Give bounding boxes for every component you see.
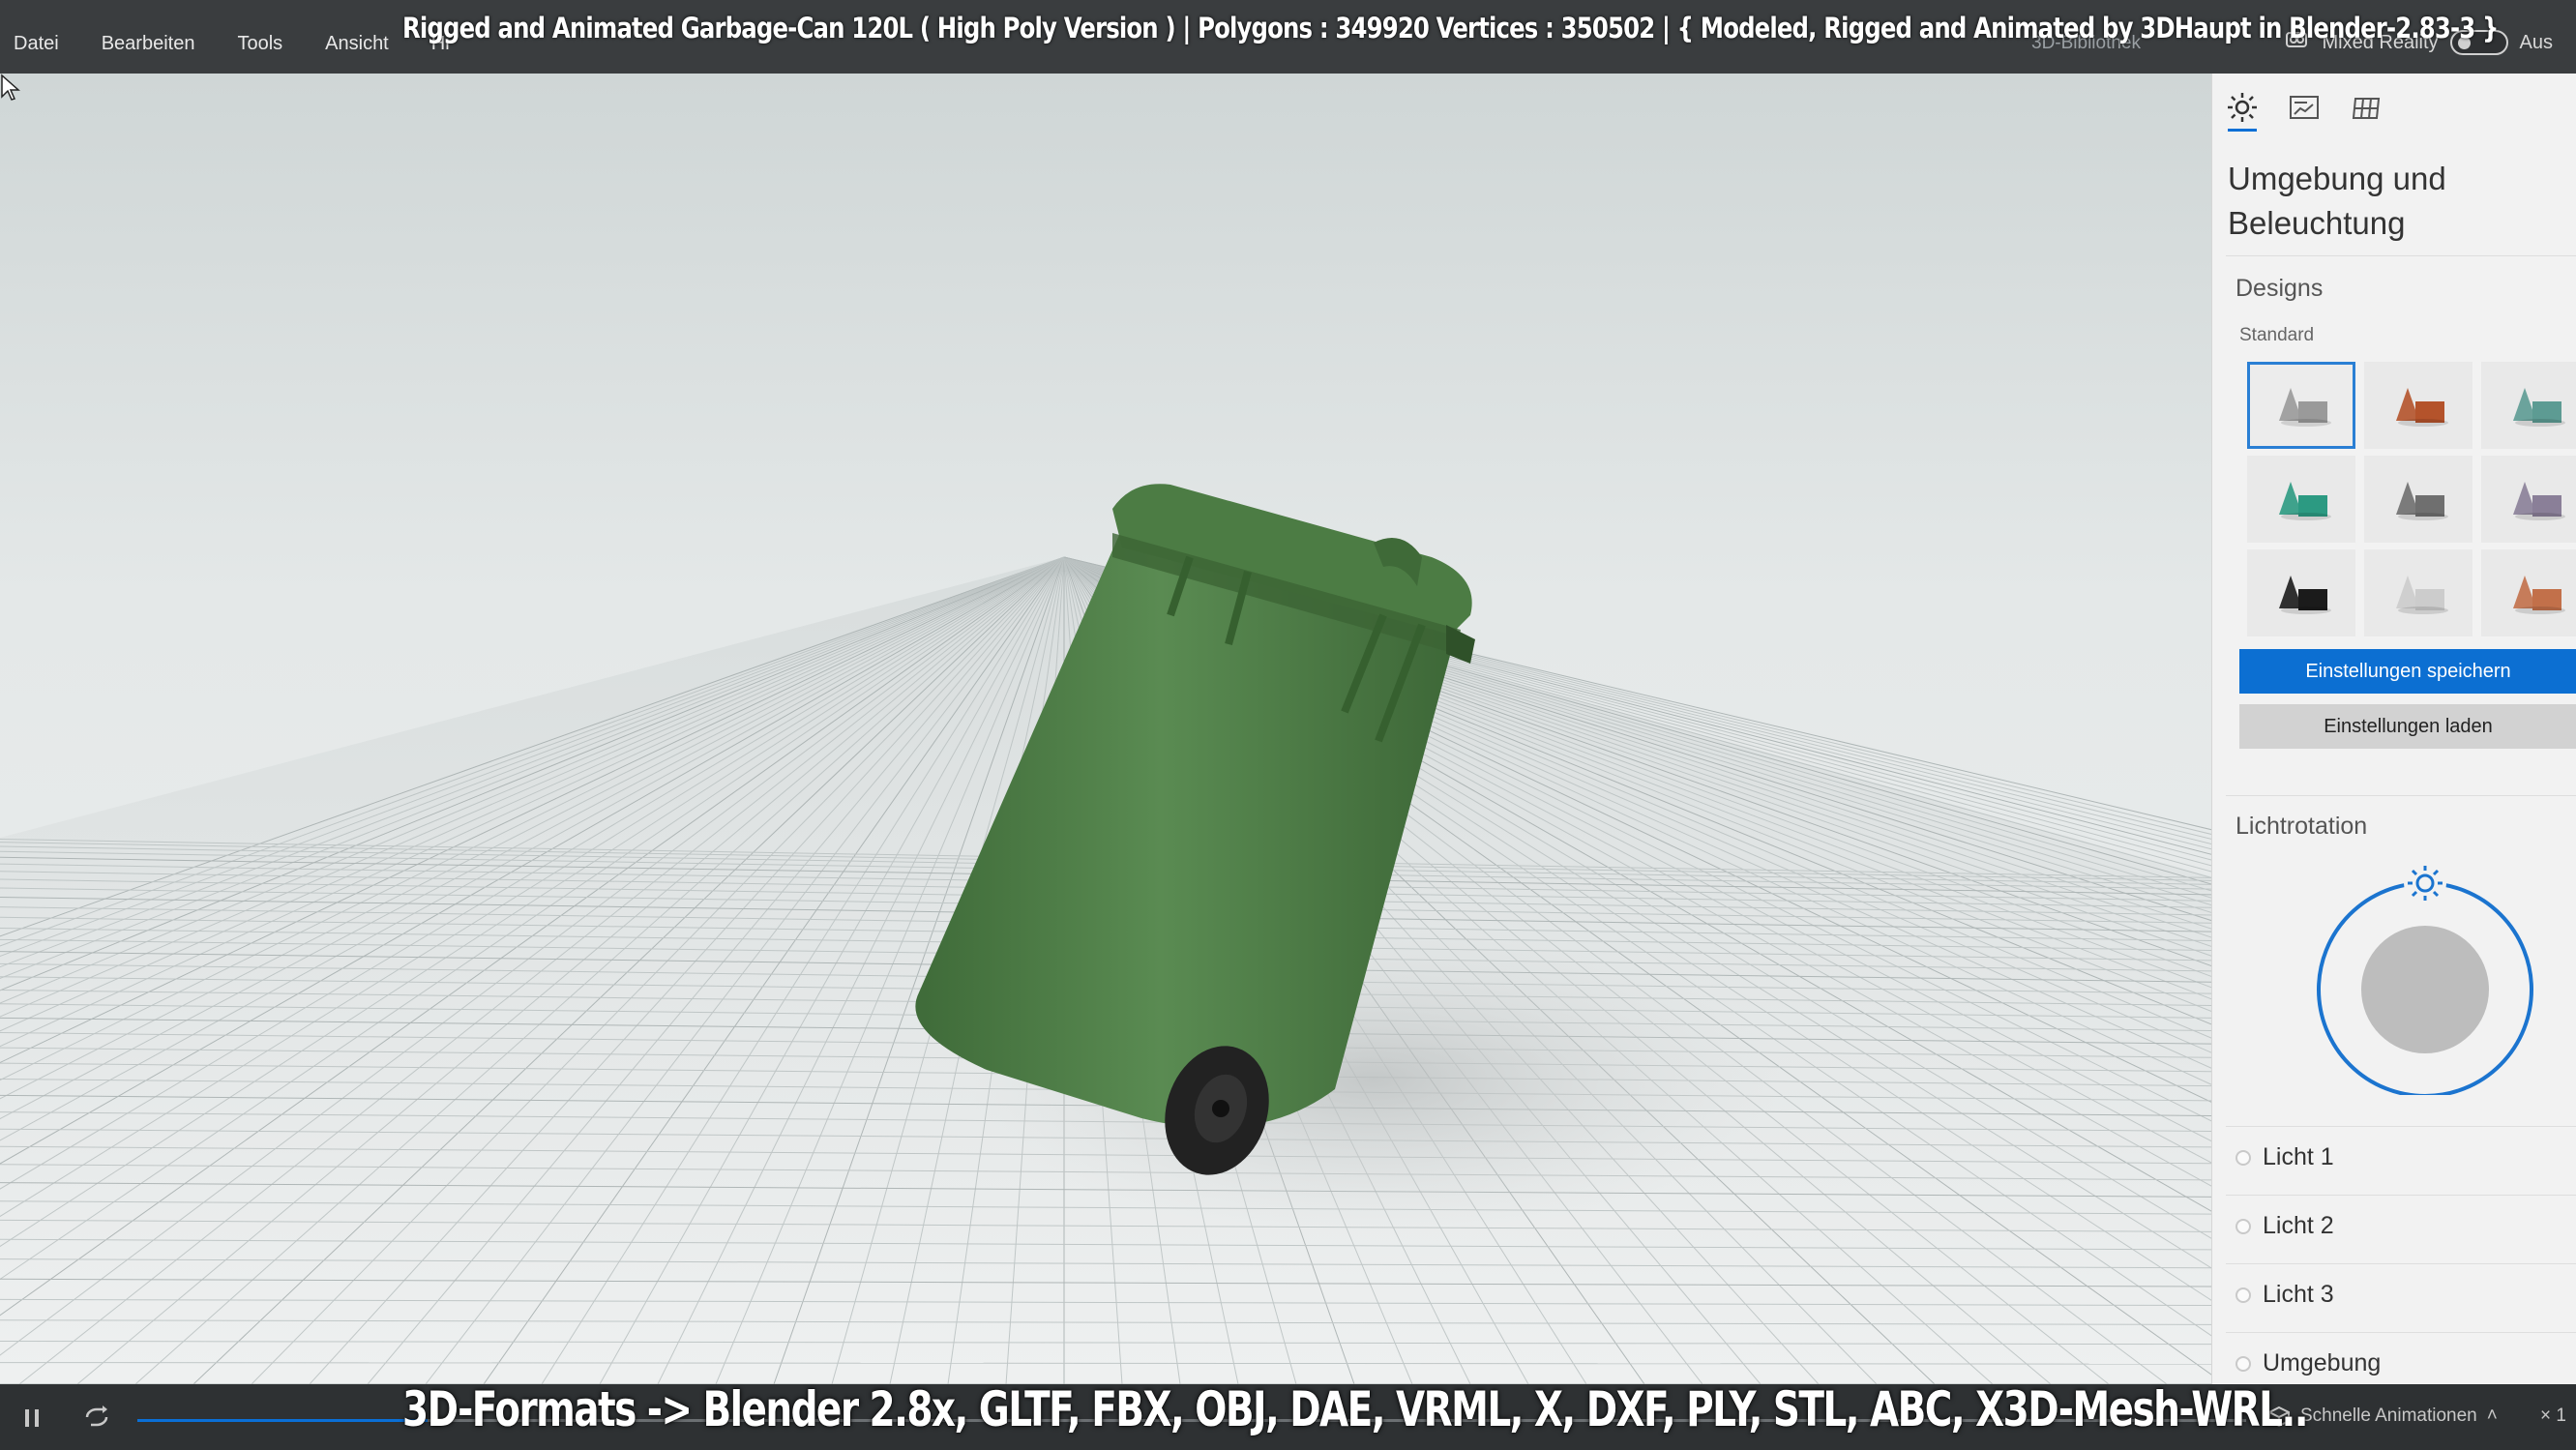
3d-viewport[interactable] xyxy=(0,74,2211,1384)
light-rotation-heading: Lichtrotation xyxy=(2235,813,2368,840)
design-preset-tile[interactable] xyxy=(2364,362,2472,449)
light-rotation-dial[interactable] xyxy=(2311,853,2543,1095)
radio-icon xyxy=(2235,1218,2251,1234)
design-preview-icon xyxy=(2513,388,2565,427)
menu-ansicht[interactable]: Ansicht xyxy=(325,33,389,55)
design-preview-icon xyxy=(2396,388,2448,427)
video-title-overlay: Rigged and Animated Garbage-Can 120L ( H… xyxy=(402,12,2499,44)
radio-icon xyxy=(2235,1287,2251,1303)
scene xyxy=(0,484,2211,1384)
speed-label[interactable]: × 1 xyxy=(2540,1406,2566,1427)
design-preset-tile[interactable] xyxy=(2481,456,2576,543)
panel-tabs xyxy=(2226,91,2383,132)
light-1-option[interactable]: Licht 1 xyxy=(2235,1143,2334,1171)
divider xyxy=(2226,795,2576,796)
environment-panel: Umgebung und Beleuchtung Designs Standar… xyxy=(2211,74,2576,1384)
environment-light-label: Umgebung xyxy=(2263,1349,2382,1376)
tab-environment[interactable] xyxy=(2226,91,2259,132)
light-3-label: Licht 3 xyxy=(2263,1281,2334,1308)
design-preset-tile[interactable] xyxy=(2364,549,2472,636)
light-2-label: Licht 2 xyxy=(2263,1212,2334,1239)
design-preview-icon xyxy=(2396,482,2448,520)
design-preset-tile[interactable] xyxy=(2247,549,2355,636)
divider xyxy=(2226,1195,2576,1196)
menu-bearbeiten[interactable]: Bearbeiten xyxy=(102,33,195,55)
tab-mesh-grid[interactable] xyxy=(2350,91,2383,130)
radio-icon xyxy=(2235,1149,2251,1166)
fast-animations-label: Schnelle Animationen xyxy=(2300,1406,2477,1426)
environment-light-option[interactable]: Umgebung xyxy=(2235,1349,2381,1377)
stats-icon xyxy=(2290,96,2319,119)
formats-caption-overlay: 3D-Formats -> Blender 2.8x, GLTF, FBX, O… xyxy=(402,1381,2309,1437)
mouse-cursor-icon xyxy=(1,74,20,101)
pause-icon[interactable] xyxy=(19,1406,44,1431)
light-dial-knob xyxy=(2361,926,2489,1053)
radio-icon xyxy=(2235,1355,2251,1372)
grid-icon xyxy=(2352,98,2381,119)
design-preview-icon xyxy=(2279,388,2331,427)
designs-subheading: Standard xyxy=(2239,325,2315,345)
design-preset-tile[interactable] xyxy=(2481,362,2576,449)
design-preview-icon xyxy=(2279,576,2331,614)
designs-heading: Designs xyxy=(2235,275,2324,302)
design-preview-icon xyxy=(2396,576,2448,614)
divider xyxy=(2226,1126,2576,1127)
design-preview-icon xyxy=(2513,576,2565,614)
mixed-reality-state: Aus xyxy=(2519,31,2553,53)
loop-icon[interactable] xyxy=(81,1404,112,1431)
design-preset-tile[interactable] xyxy=(2364,456,2472,543)
panel-title: Umgebung und Beleuchtung xyxy=(2228,161,2446,241)
design-preset-tile[interactable] xyxy=(2247,362,2355,449)
light-2-option[interactable]: Licht 2 xyxy=(2235,1212,2334,1240)
design-preset-tile[interactable] xyxy=(2481,549,2576,636)
load-settings-button[interactable]: Einstellungen laden xyxy=(2239,704,2576,749)
design-preset-tile[interactable] xyxy=(2247,456,2355,543)
menu-tools[interactable]: Tools xyxy=(237,33,282,55)
menu-datei[interactable]: Datei xyxy=(14,33,59,55)
divider xyxy=(2226,1332,2576,1333)
design-preview-icon xyxy=(2513,482,2565,520)
light-1-label: Licht 1 xyxy=(2263,1143,2334,1170)
save-settings-button[interactable]: Einstellungen speichern xyxy=(2239,649,2576,694)
design-preview-icon xyxy=(2279,482,2331,520)
tab-statistics[interactable] xyxy=(2288,91,2321,130)
divider xyxy=(2226,255,2576,256)
divider xyxy=(2226,1263,2576,1264)
chevron-up-icon: ˄ xyxy=(2486,1406,2498,1426)
sun-icon xyxy=(2228,93,2257,122)
light-3-option[interactable]: Licht 3 xyxy=(2235,1281,2334,1309)
design-grid xyxy=(2247,362,2576,636)
timeline-progress xyxy=(137,1419,428,1422)
